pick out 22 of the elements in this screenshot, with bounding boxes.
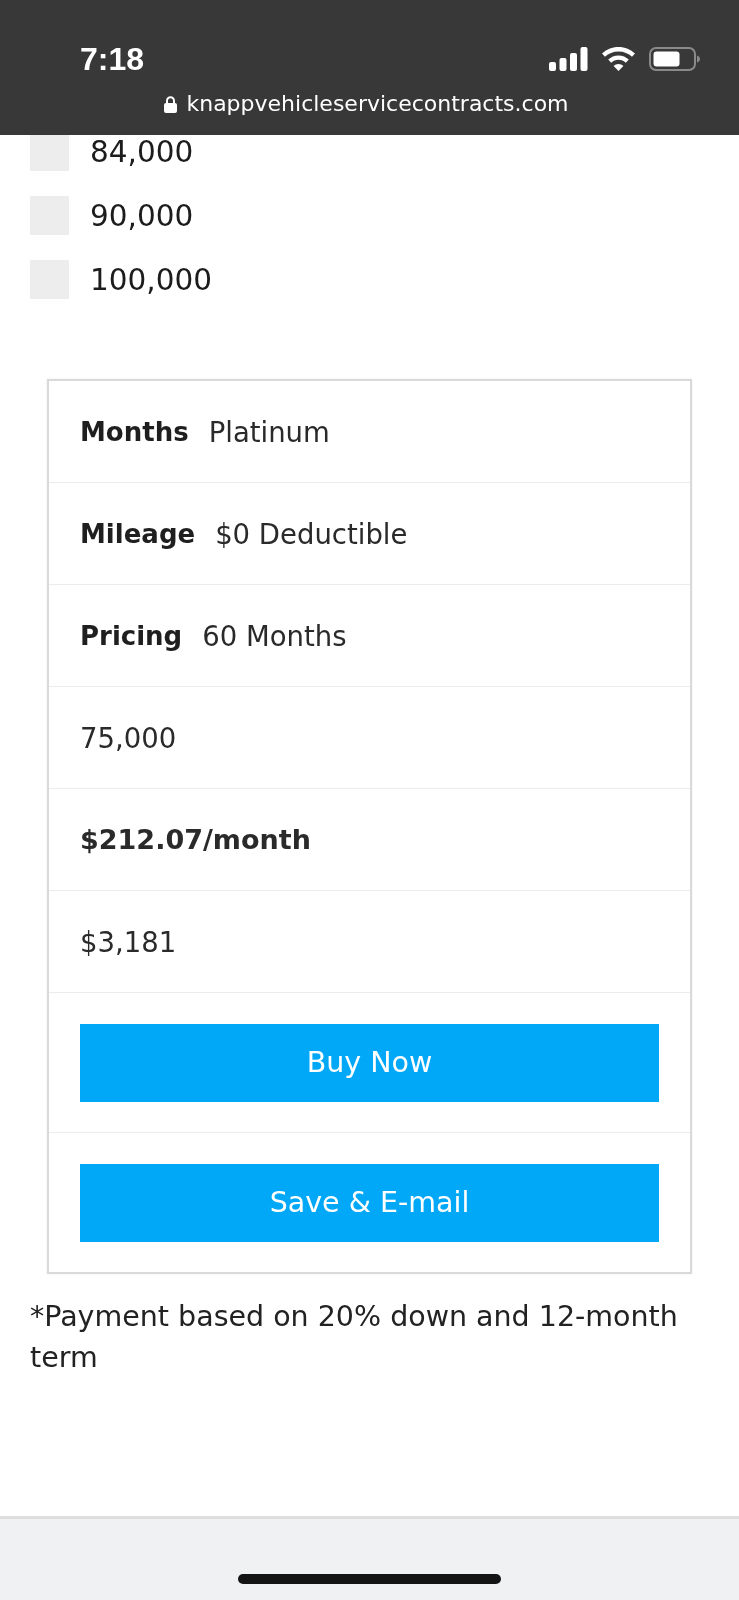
row-value: Platinum [208, 415, 330, 448]
option-label: 100,000 [90, 262, 212, 297]
monthly-price: $212.07/month [80, 824, 311, 855]
battery-icon [649, 47, 700, 71]
row-value: $3,181 [80, 925, 177, 958]
signal-icon [549, 47, 588, 71]
save-email-button[interactable]: Save & E-mail [80, 1163, 659, 1242]
row-value: 75,000 [80, 721, 177, 754]
row-label: Months [80, 416, 189, 447]
row-value: 60 Months [202, 619, 347, 652]
option-label: 90,000 [90, 198, 194, 233]
page-url[interactable]: knappvehicleservicecontracts.com [186, 91, 569, 117]
row-label: Mileage [80, 518, 196, 549]
wifi-icon [602, 47, 635, 71]
footnote: *Payment based on 20% down and 12-month term [30, 1299, 679, 1376]
row-label: Pricing [80, 620, 183, 651]
lock-icon [164, 95, 178, 113]
status-time: 7:18 [80, 40, 145, 78]
buy-button[interactable]: Buy Now [80, 1023, 659, 1102]
option-label: 84,000 [90, 135, 194, 169]
row-value: $0 Deductible [215, 517, 408, 550]
checkbox[interactable] [30, 135, 69, 171]
